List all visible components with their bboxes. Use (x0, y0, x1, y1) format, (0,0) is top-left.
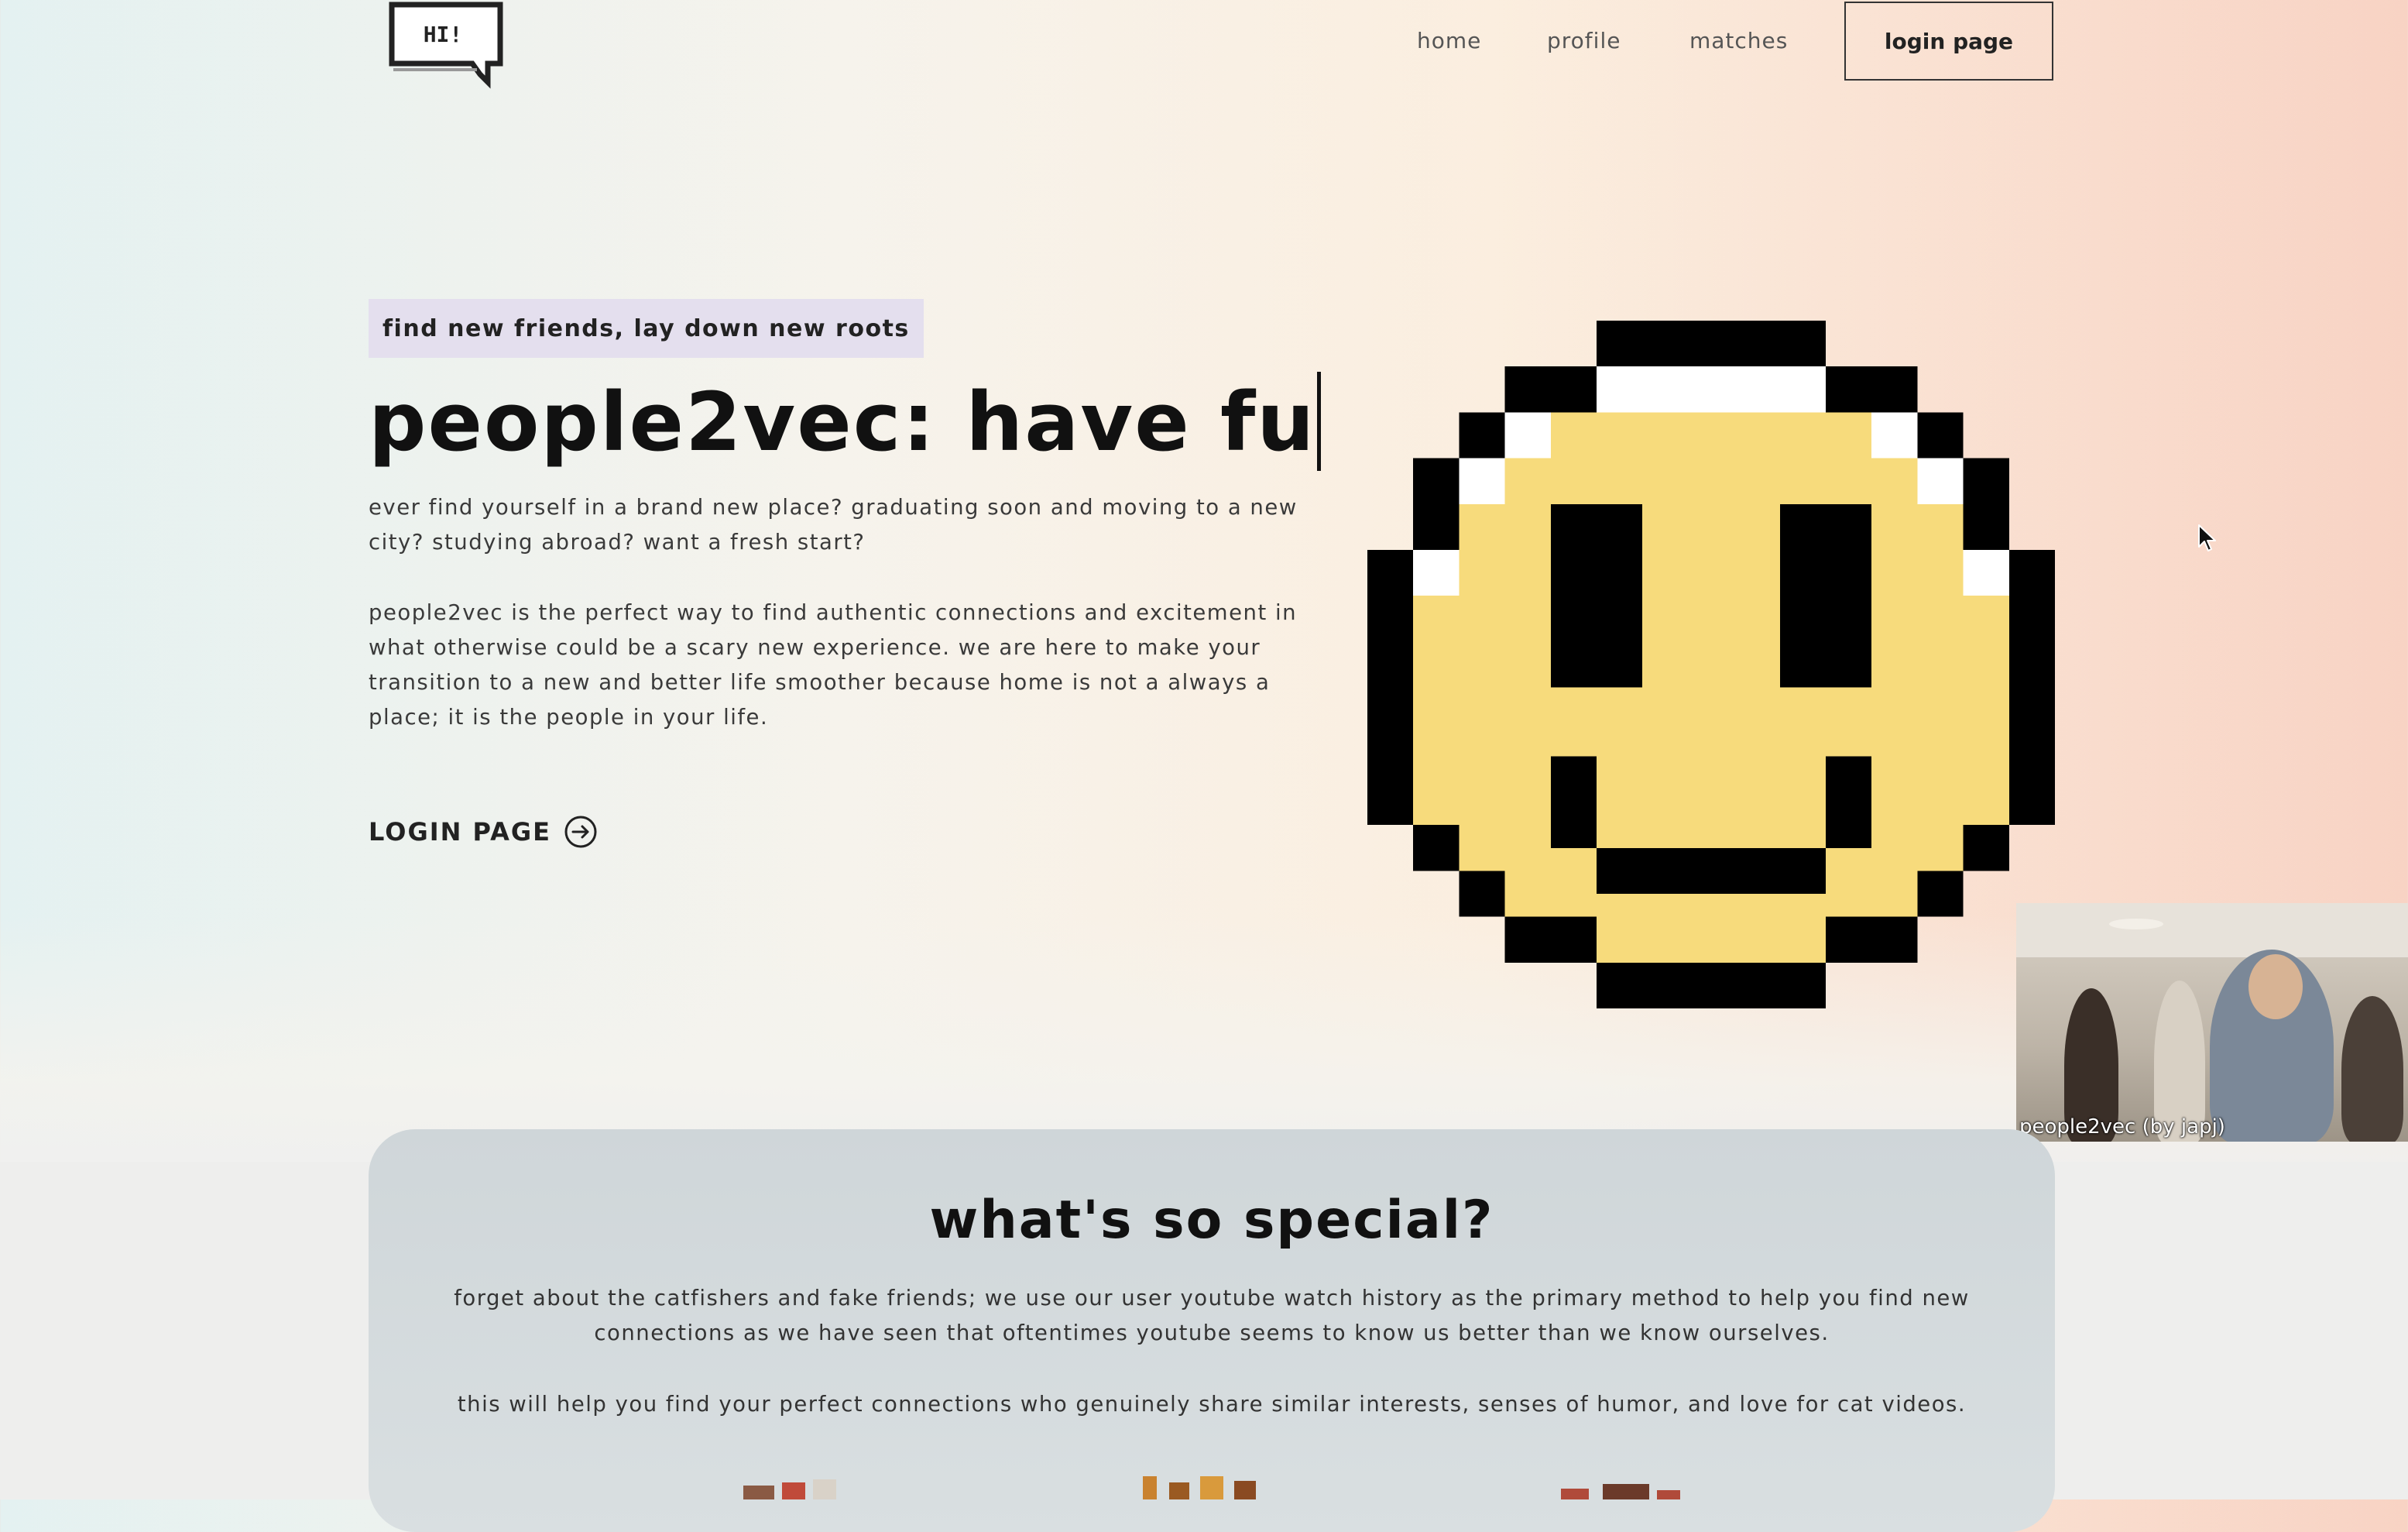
hero-tagline-text: find new friends, lay down new roots (382, 314, 910, 342)
mouse-cursor-icon (2198, 524, 2216, 551)
hero-login-link-label: LOGIN PAGE (369, 817, 551, 847)
hero-title-text: people2vec: have fu (369, 375, 1316, 469)
hero-login-link[interactable]: LOGIN PAGE (369, 815, 598, 849)
hero-paragraph-1: ever find yourself in a brand new place?… (369, 495, 1298, 555)
text-caret (1317, 372, 1322, 471)
logo-text: HI! (424, 22, 463, 47)
special-paragraph-2: this will help you find your perfect con… (457, 1392, 1967, 1417)
special-paragraph-1: forget about the catfishers and fake fri… (454, 1286, 1970, 1345)
pixel-smiley-icon (1367, 321, 2055, 1008)
logo-speech-bubble[interactable]: HI! (386, 0, 509, 91)
hero-paragraph-2: people2vec is the perfect way to find au… (369, 600, 1298, 730)
nav-profile[interactable]: profile (1547, 28, 1621, 53)
pixel-icon-middle (1143, 1476, 1256, 1499)
webcam-caption: people2vec (by japj) (2019, 1115, 2225, 1139)
arrow-right-circle-icon (564, 816, 597, 848)
nav-home[interactable]: home (1417, 28, 1481, 53)
special-title: what's so special? (929, 1190, 1494, 1251)
login-page-button[interactable]: login page (1844, 2, 2053, 81)
hero-tagline: find new friends, lay down new roots (369, 299, 924, 358)
pixel-icon-right (1561, 1484, 1680, 1499)
pixel-icon-left (743, 1479, 836, 1499)
nav-matches[interactable]: matches (1689, 28, 1788, 53)
webcam-video (2016, 903, 2408, 1142)
hero-title: people2vec: have fu (369, 372, 1322, 472)
